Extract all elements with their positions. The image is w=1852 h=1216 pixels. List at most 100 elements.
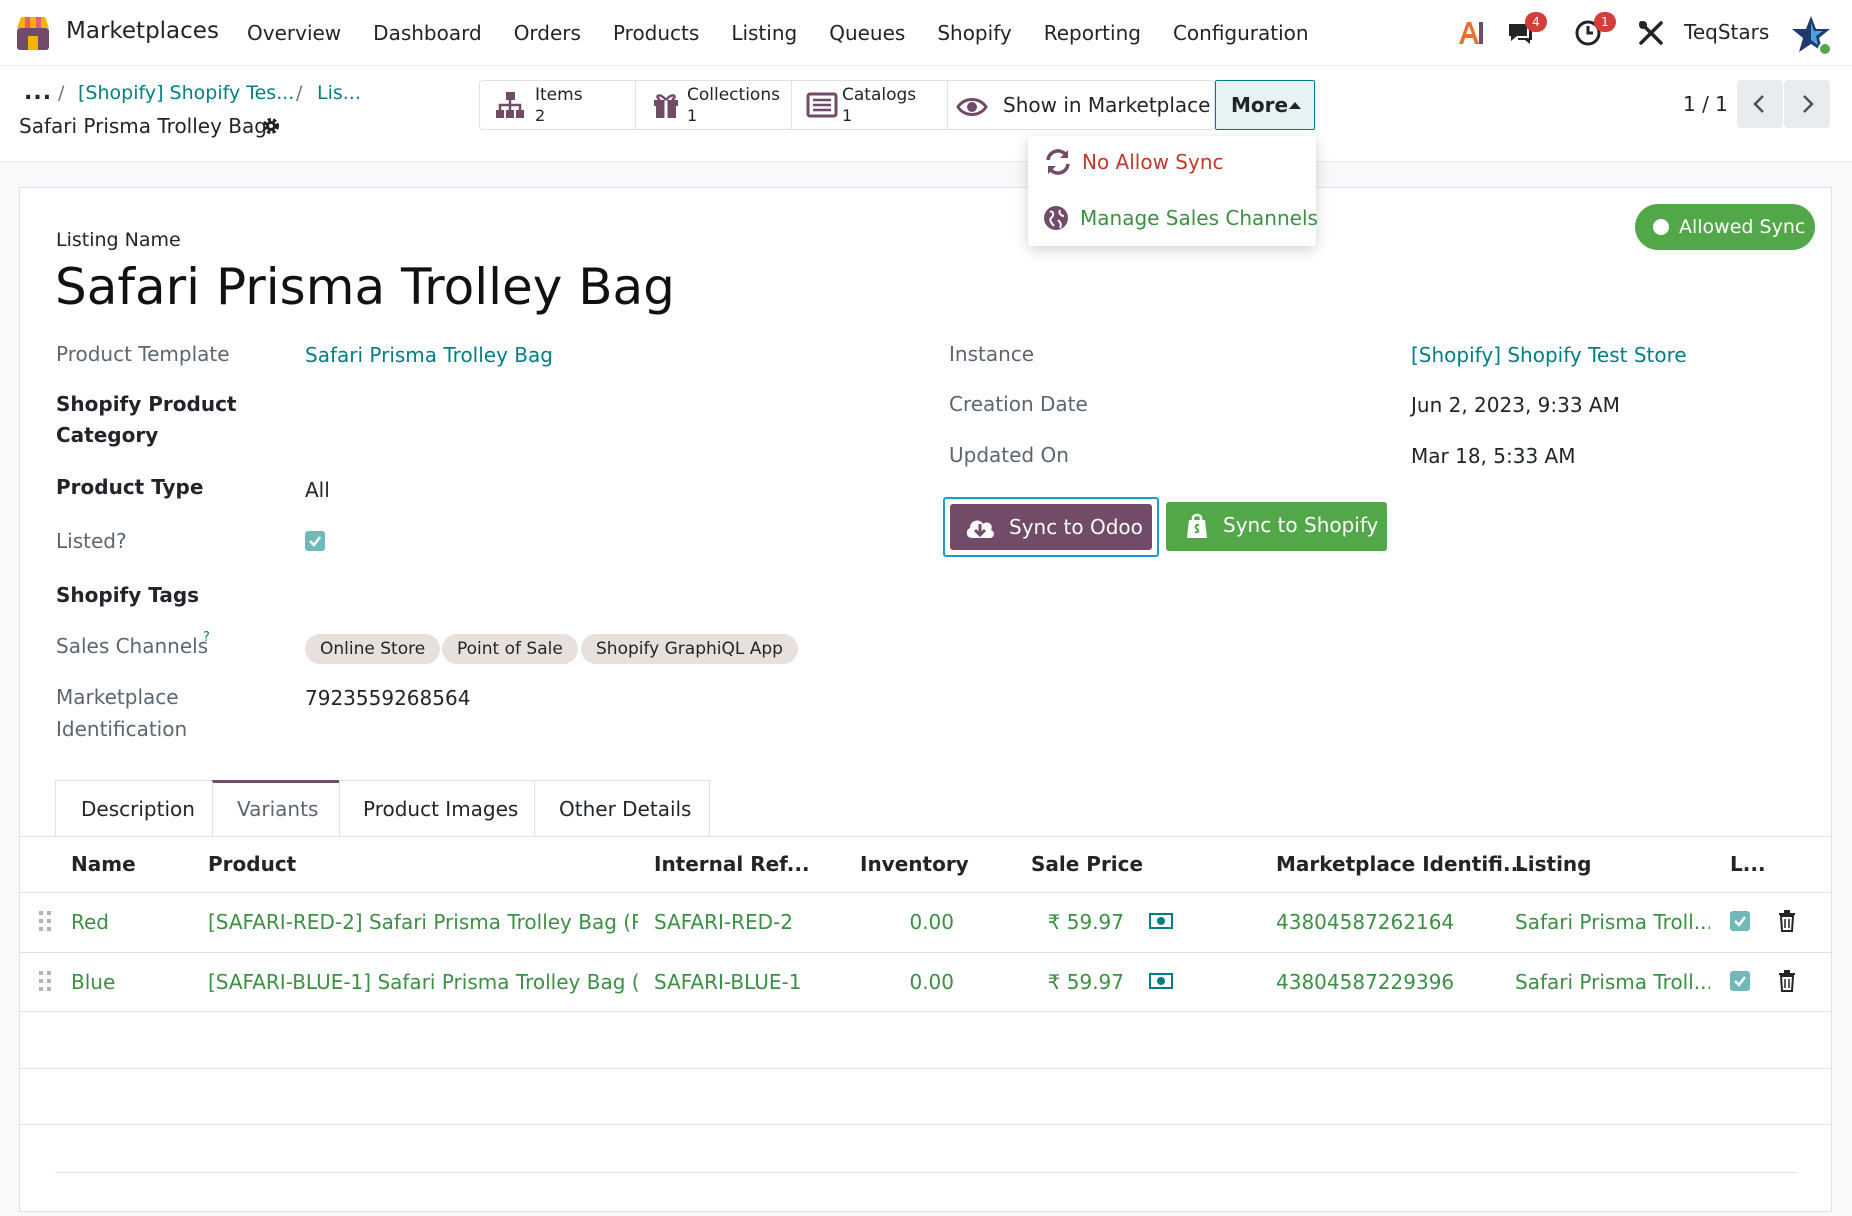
column-header-inventory[interactable]: Inventory — [860, 852, 969, 876]
column-header-listing[interactable]: Listing — [1515, 852, 1591, 876]
table-divider — [19, 892, 1832, 893]
breadcrumb-instance[interactable]: [Shopify] Shopify Tes... — [78, 82, 294, 104]
sales-channel-tag[interactable]: Point of Sale — [442, 634, 578, 664]
cell-name[interactable]: Red — [71, 910, 109, 934]
menu-overview[interactable]: Overview — [247, 21, 341, 45]
allowed-sync-status[interactable]: Allowed Sync — [1635, 204, 1815, 250]
pager-next-button[interactable] — [1784, 80, 1830, 128]
more-button[interactable]: More — [1215, 80, 1315, 130]
menu-queues[interactable]: Queues — [829, 21, 905, 45]
cell-product[interactable]: [SAFARI-BLUE-1] Safari Prisma Trolley Ba… — [208, 970, 638, 994]
dropdown-manage-sales-channels[interactable]: Manage Sales Channels — [1042, 198, 1318, 238]
marketplace-id-value[interactable]: 7923559268564 — [305, 686, 470, 710]
smart-button-items[interactable]: Items 2 — [480, 81, 636, 129]
table-divider — [19, 952, 1832, 953]
menu-shopify[interactable]: Shopify — [937, 21, 1011, 45]
tab-variants[interactable]: Variants — [212, 780, 340, 837]
trash-icon[interactable] — [1778, 910, 1796, 932]
sync-to-odoo-button[interactable]: Sync to Odoo — [943, 497, 1159, 557]
pager-value[interactable]: 1 / 1 — [1683, 92, 1728, 116]
check-icon — [309, 536, 321, 547]
cell-internal-ref[interactable]: SAFARI-BLUE-1 — [654, 970, 801, 994]
smart-value: 1 — [687, 106, 698, 125]
breadcrumb-separator: / — [296, 82, 303, 104]
breadcrumb-dots[interactable]: ... — [24, 80, 52, 105]
ai-icon[interactable] — [1456, 18, 1486, 48]
cell-internal-ref[interactable]: SAFARI-RED-2 — [654, 910, 793, 934]
product-type-value[interactable]: All — [305, 478, 330, 502]
show-in-marketplace-button[interactable]: Show in Marketplace — [948, 81, 1214, 129]
column-header-internal-ref[interactable]: Internal Ref... — [654, 852, 810, 876]
table-divider — [19, 1124, 1832, 1125]
product-template-link[interactable]: Safari Prisma Trolley Bag — [305, 343, 553, 367]
cell-listed-checkbox[interactable] — [1730, 971, 1750, 991]
menu-configuration[interactable]: Configuration — [1173, 21, 1309, 45]
manage-sales-channels-label: Manage Sales Channels — [1080, 206, 1318, 230]
money-icon[interactable] — [1149, 912, 1173, 930]
cell-listing[interactable]: Safari Prisma Troll... — [1515, 970, 1710, 994]
chevron-right-icon — [1803, 95, 1814, 113]
no-allow-sync-label: No Allow Sync — [1082, 150, 1224, 174]
smart-button-catalogs[interactable]: Catalogs 1 — [792, 81, 948, 129]
app-name[interactable]: Marketplaces — [66, 18, 219, 44]
company-switcher[interactable]: TeqStars — [1684, 20, 1769, 44]
drag-handle-icon[interactable] — [38, 970, 52, 992]
listed-label: Listed? — [56, 529, 127, 553]
messages-button[interactable]: 4 — [1505, 12, 1547, 48]
pager-previous-button[interactable] — [1737, 80, 1783, 128]
column-header-marketplace-id[interactable]: Marketplace Identifi... — [1276, 852, 1526, 876]
cell-inventory[interactable]: 0.00 — [840, 910, 954, 934]
user-avatar[interactable] — [1790, 14, 1832, 56]
sync-to-shopify-button[interactable]: Sync to Shopify — [1166, 502, 1387, 551]
listing-name-field[interactable]: Safari Prisma Trolley Bag — [55, 258, 675, 316]
sales-channel-tag[interactable]: Shopify GraphiQL App — [581, 634, 798, 664]
breadcrumb-listing[interactable]: Lis... — [317, 82, 361, 104]
column-header-sale-price[interactable]: Sale Price — [1031, 852, 1143, 876]
smart-value: 2 — [535, 106, 546, 125]
gear-icon[interactable] — [260, 115, 282, 137]
money-icon[interactable] — [1149, 972, 1173, 990]
check-icon — [1734, 916, 1746, 927]
column-header-name[interactable]: Name — [71, 852, 136, 876]
activities-button[interactable]: 1 — [1574, 12, 1616, 48]
instance-link[interactable]: [Shopify] Shopify Test Store — [1411, 343, 1687, 367]
menu-listing[interactable]: Listing — [731, 21, 797, 45]
tab-label: Product Images — [363, 797, 519, 821]
cell-marketplace-id[interactable]: 43804587229396 — [1276, 970, 1454, 994]
column-header-product[interactable]: Product — [208, 852, 296, 876]
listing-name-label: Listing Name — [56, 229, 181, 251]
tabs-divider — [19, 836, 1832, 837]
trash-icon[interactable] — [1778, 970, 1796, 992]
tab-description[interactable]: Description — [55, 780, 213, 837]
cell-name[interactable]: Blue — [71, 970, 115, 994]
cell-inventory[interactable]: 0.00 — [840, 970, 954, 994]
tab-label: Variants — [237, 797, 319, 821]
creation-date-value: Jun 2, 2023, 9:33 AM — [1411, 393, 1620, 417]
help-tooltip-icon[interactable]: ? — [203, 630, 210, 645]
sync-to-odoo-inner: Sync to Odoo — [950, 504, 1152, 550]
cell-marketplace-id[interactable]: 43804587262164 — [1276, 910, 1454, 934]
menu-dashboard[interactable]: Dashboard — [373, 21, 482, 45]
chevron-left-icon — [1753, 95, 1764, 113]
tab-other-details[interactable]: Other Details — [534, 780, 710, 837]
column-header-listed[interactable]: L... — [1730, 852, 1766, 876]
marketplace-app-icon[interactable] — [14, 14, 52, 52]
sales-channel-tag[interactable]: Online Store — [305, 634, 441, 664]
cell-listed-checkbox[interactable] — [1730, 911, 1750, 931]
menu-reporting[interactable]: Reporting — [1044, 21, 1141, 45]
dropdown-no-allow-sync[interactable]: No Allow Sync — [1044, 142, 1224, 182]
sync-to-shopify-label: Sync to Shopify — [1223, 513, 1379, 537]
cell-listing[interactable]: Safari Prisma Troll... — [1515, 910, 1710, 934]
tab-product-images[interactable]: Product Images — [339, 780, 535, 837]
breadcrumb-separator: / — [58, 82, 65, 104]
refresh-icon — [1046, 149, 1070, 175]
cell-sale-price[interactable]: ₹ 59.97 — [1010, 910, 1124, 934]
menu-orders[interactable]: Orders — [514, 21, 581, 45]
menu-products[interactable]: Products — [613, 21, 699, 45]
drag-handle-icon[interactable] — [38, 910, 52, 932]
cell-product[interactable]: [SAFARI-RED-2] Safari Prisma Trolley Bag… — [208, 910, 638, 934]
listed-checkbox[interactable] — [305, 531, 325, 551]
tools-icon[interactable] — [1636, 18, 1666, 48]
smart-button-collections[interactable]: Collections 1 — [636, 81, 792, 129]
cell-sale-price[interactable]: ₹ 59.97 — [1010, 970, 1124, 994]
